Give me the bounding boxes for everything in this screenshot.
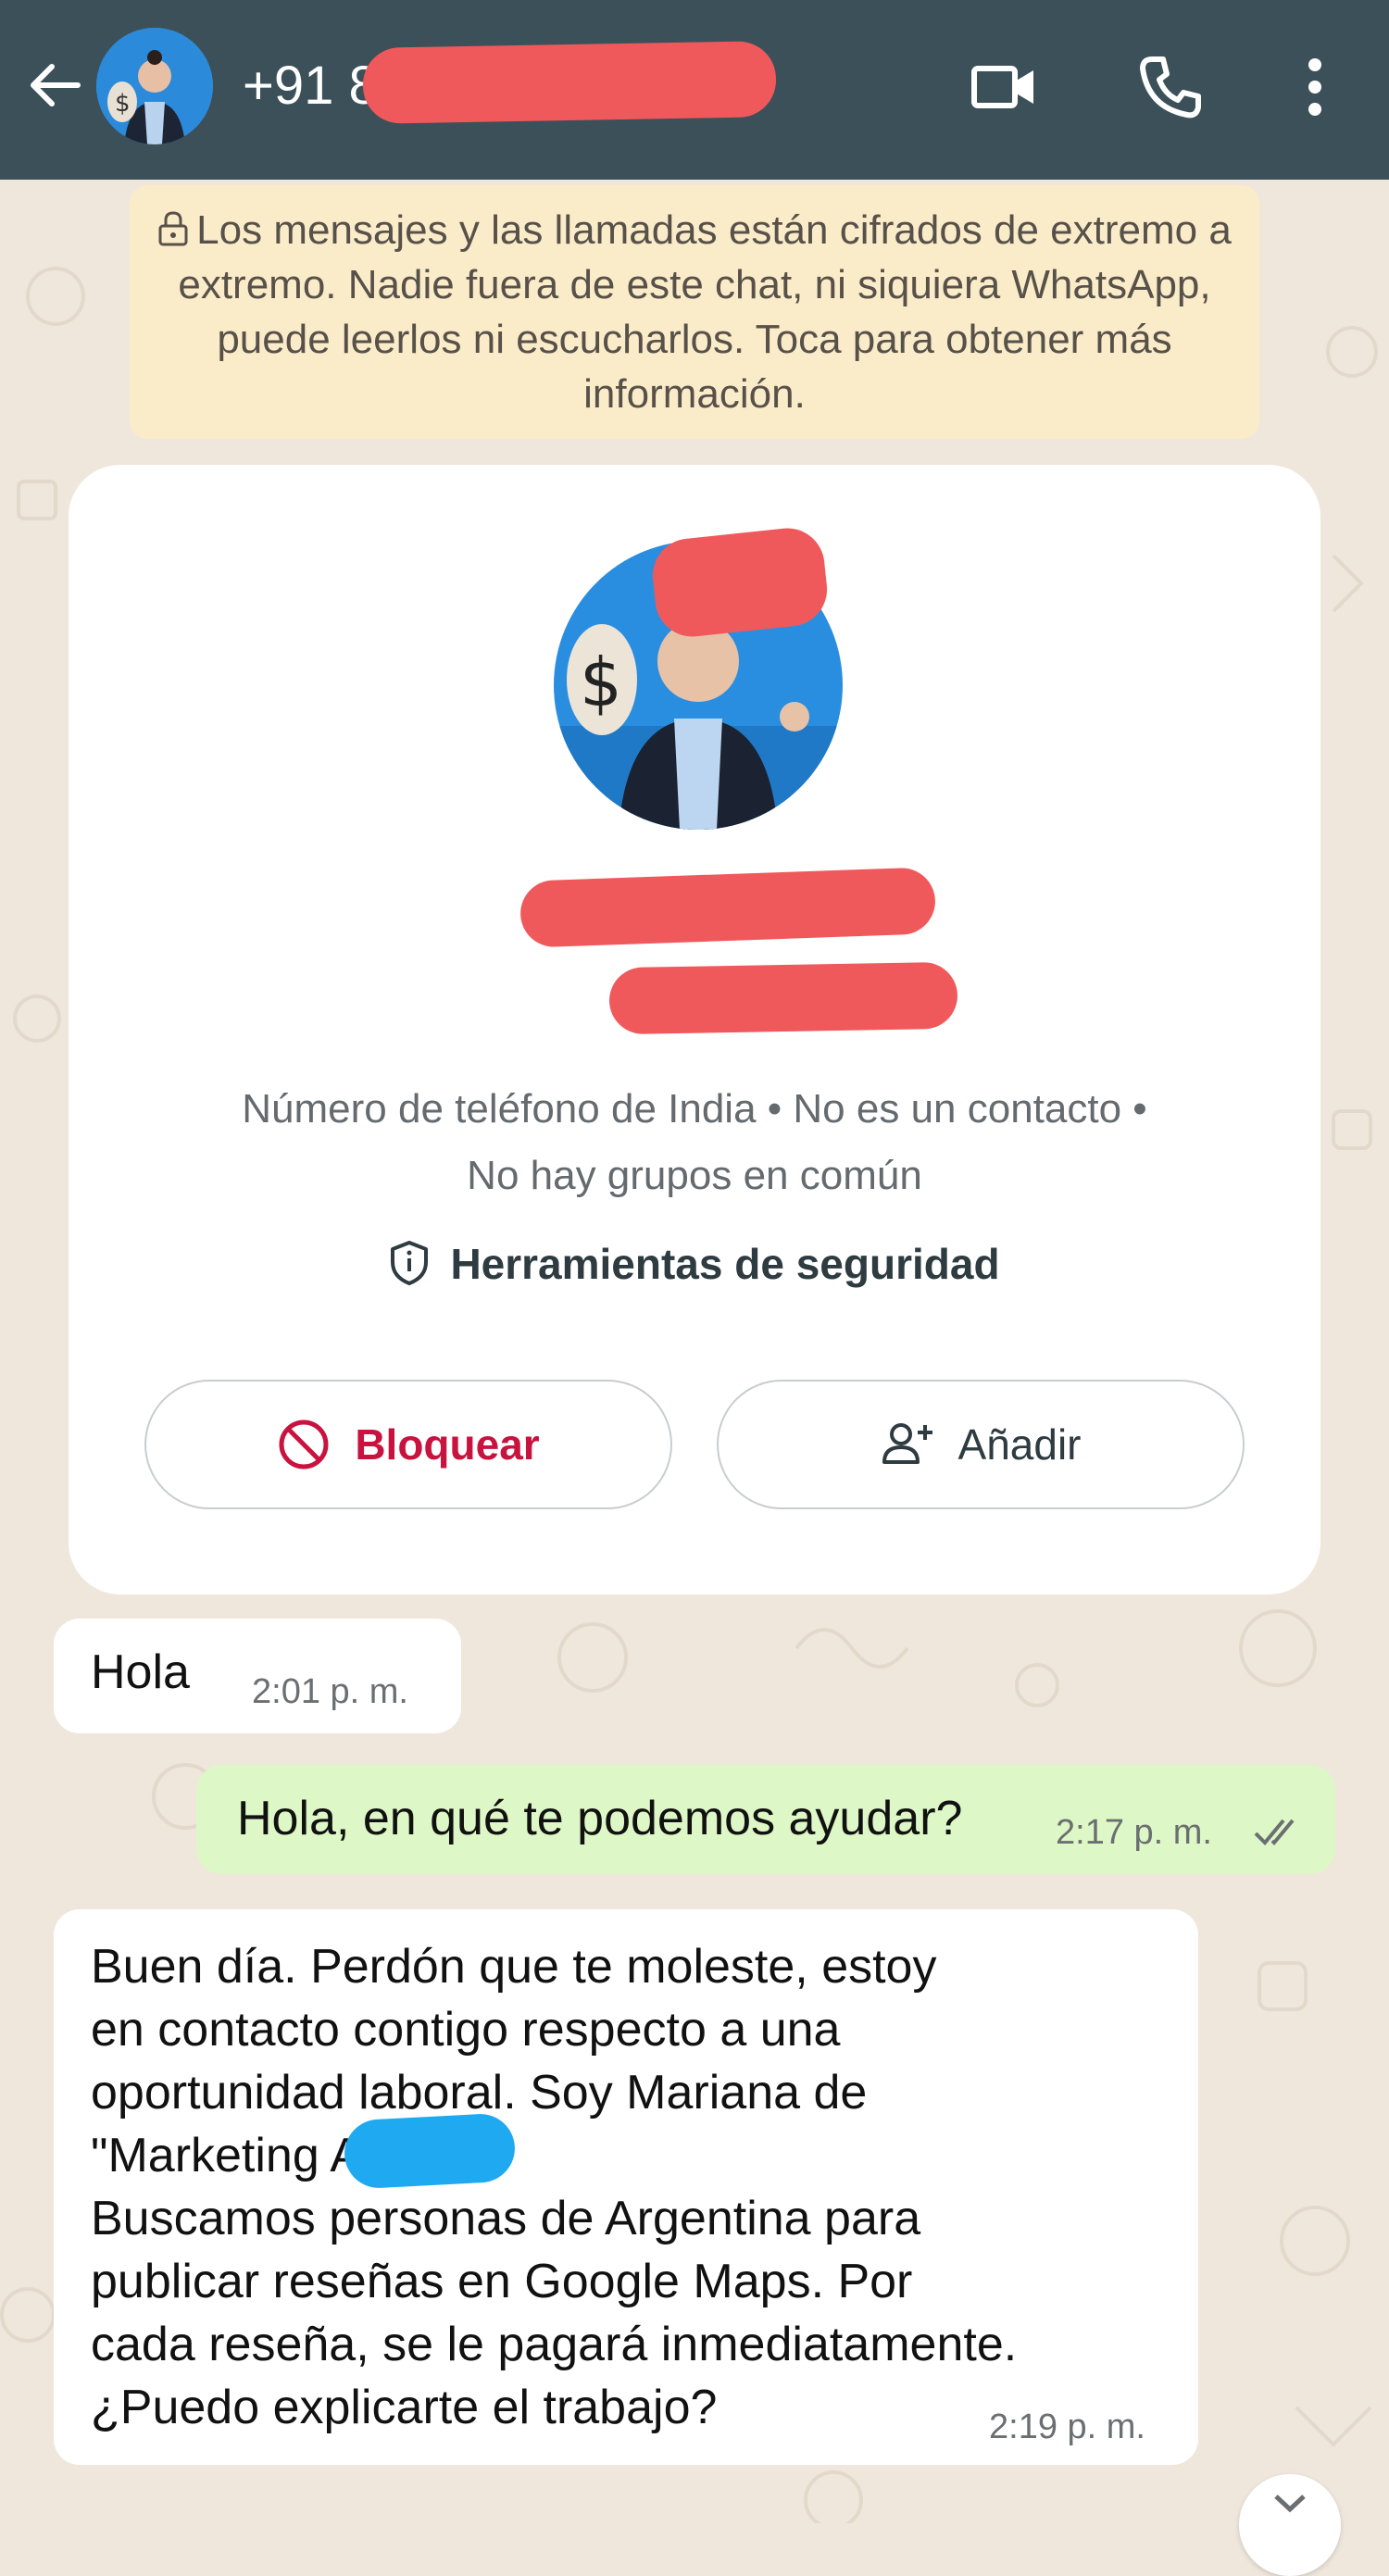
redaction-mark <box>362 41 777 124</box>
block-button[interactable]: Bloquear <box>144 1380 672 1509</box>
contact-name[interactable]: +91 8 <box>243 54 379 119</box>
avatar-image: $ <box>96 28 213 144</box>
block-button-label: Bloquear <box>355 1420 540 1469</box>
encryption-notice[interactable]: Los mensajes y las llamadas están cifrad… <box>130 185 1259 439</box>
message-time: 2:01 p. m. <box>252 1672 408 1711</box>
security-tools-label: Herramientas de seguridad <box>450 1240 1000 1288</box>
more-options-icon[interactable] <box>1280 52 1350 122</box>
lock-icon <box>158 211 188 246</box>
message-text: Hola, en qué te podemos ayudar? <box>237 1792 963 1845</box>
redaction-mark <box>608 961 958 1035</box>
video-call-icon[interactable] <box>969 52 1039 122</box>
shield-icon <box>391 1241 429 1285</box>
message-time: 2:19 p. m. <box>989 2407 1145 2446</box>
chevron-down-icon <box>1274 2495 1306 2513</box>
incoming-message[interactable]: Buen día. Perdón que te moleste, estoy e… <box>54 1909 1198 2465</box>
message-text: Buen día. Perdón que te moleste, estoy e… <box>91 1940 1018 2434</box>
block-icon <box>279 1419 329 1469</box>
contact-avatar[interactable]: $ <box>96 28 213 144</box>
add-contact-button[interactable]: Añadir <box>717 1380 1245 1509</box>
message-time: 2:17 p. m. <box>1056 1813 1212 1852</box>
message-text: Hola <box>91 1645 190 1699</box>
svg-text:$: $ <box>580 644 622 721</box>
redaction-mark <box>648 524 832 641</box>
double-check-icon <box>1254 1819 1295 1845</box>
back-arrow-icon[interactable] <box>24 54 87 117</box>
redaction-mark <box>343 2112 517 2190</box>
add-contact-icon <box>882 1423 932 1464</box>
svg-text:$: $ <box>115 90 131 118</box>
contact-info-line-2: No hay grupos en común <box>467 1153 922 1198</box>
contact-info-text: Número de teléfono de India • No es un c… <box>69 1076 1320 1209</box>
add-contact-label: Añadir <box>957 1420 1082 1469</box>
contact-info-line-1: Número de teléfono de India • No es un c… <box>242 1086 1147 1132</box>
incoming-message[interactable]: Hola 2:01 p. m. <box>54 1619 461 1733</box>
encryption-notice-text: Los mensajes y las llamadas están cifrad… <box>178 207 1232 417</box>
voice-call-icon[interactable] <box>1135 52 1206 122</box>
security-tools-link[interactable]: Herramientas de seguridad <box>69 1239 1320 1289</box>
outgoing-message[interactable]: Hola, en qué te podemos ayudar? 2:17 p. … <box>196 1765 1335 1874</box>
scroll-down-button[interactable] <box>1239 2474 1341 2576</box>
